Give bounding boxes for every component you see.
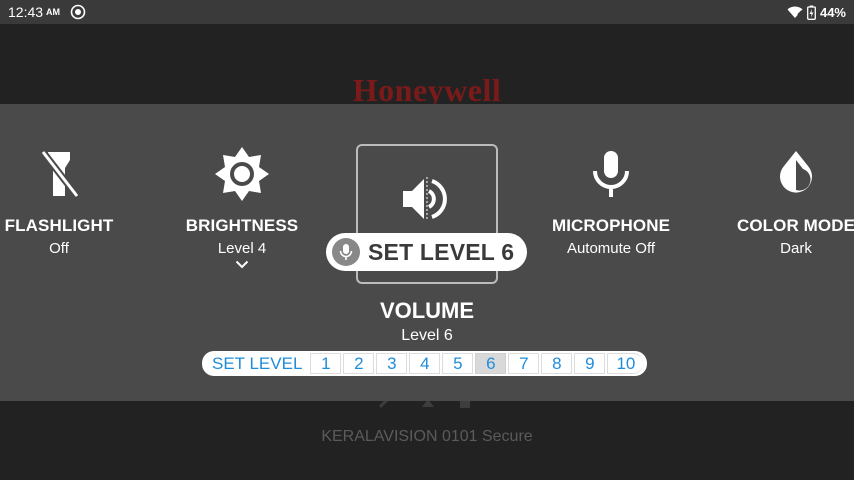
tile-flashlight-value: Off	[49, 240, 69, 257]
clock-ampm: AM	[46, 7, 61, 17]
tile-flashlight[interactable]: FLASHLIGHT Off	[0, 144, 139, 257]
level-button-4[interactable]: 4	[409, 353, 441, 374]
tile-brightness[interactable]: BRIGHTNESS Level 4	[162, 144, 322, 269]
wifi-icon	[787, 6, 803, 19]
tile-brightness-value: Level 4	[217, 240, 267, 257]
voice-command-pill: SET LEVEL 6	[326, 233, 527, 271]
volume-icon	[358, 174, 496, 224]
tile-microphone[interactable]: MICROPHONE Automute Off	[531, 144, 691, 257]
level-button-8[interactable]: 8	[541, 353, 573, 374]
level-button-1[interactable]: 1	[310, 353, 342, 374]
level-button-5[interactable]: 5	[442, 353, 474, 374]
level-button-10[interactable]: 10	[607, 353, 644, 374]
tile-volume-value: Level 6	[401, 327, 453, 344]
flashlight-off-icon	[0, 144, 139, 204]
tile-color-mode-label: COLOR MODE	[736, 216, 854, 235]
tile-volume-label: VOLUME	[379, 298, 475, 323]
tile-microphone-value: Automute Off	[566, 240, 656, 257]
sync-status-icon	[70, 4, 86, 20]
tile-microphone-label: MICROPHONE	[551, 216, 671, 235]
tile-color-mode-value: Dark	[780, 240, 812, 257]
level-button-3[interactable]: 3	[376, 353, 408, 374]
level-button-7[interactable]: 7	[508, 353, 540, 374]
level-selector: SET LEVEL 1 2 3 4 5 6 7 8 9 10	[202, 351, 648, 376]
battery-percentage: 44%	[819, 4, 846, 20]
level-button-2[interactable]: 2	[343, 353, 375, 374]
voice-command-text: SET LEVEL 6	[368, 238, 515, 265]
quick-settings-panel: FLASHLIGHT Off BRIGHTNESS Level 4 SET LE…	[0, 104, 854, 401]
tile-color-mode[interactable]: COLOR MODE Dark	[716, 144, 854, 257]
clock-time: 12:43	[8, 4, 44, 20]
chevron-down-icon[interactable]	[162, 260, 322, 269]
screen: 12:43 AM 44% Honeywell KERALAVISION 0101…	[0, 0, 854, 480]
level-button-9[interactable]: 9	[574, 353, 606, 374]
set-level-label: SET LEVEL	[212, 353, 303, 373]
level-button-6[interactable]: 6	[475, 353, 507, 374]
network-status-text: KERALAVISION 0101 Secure	[321, 428, 533, 445]
status-bar: 12:43 AM 44%	[0, 0, 854, 24]
battery-charging-icon	[807, 5, 816, 20]
microphone-small-icon	[332, 238, 360, 266]
brightness-icon	[162, 144, 322, 204]
tile-flashlight-label: FLASHLIGHT	[4, 216, 114, 235]
microphone-icon	[531, 144, 691, 204]
color-mode-icon	[716, 144, 854, 204]
tile-brightness-label: BRIGHTNESS	[185, 216, 299, 235]
